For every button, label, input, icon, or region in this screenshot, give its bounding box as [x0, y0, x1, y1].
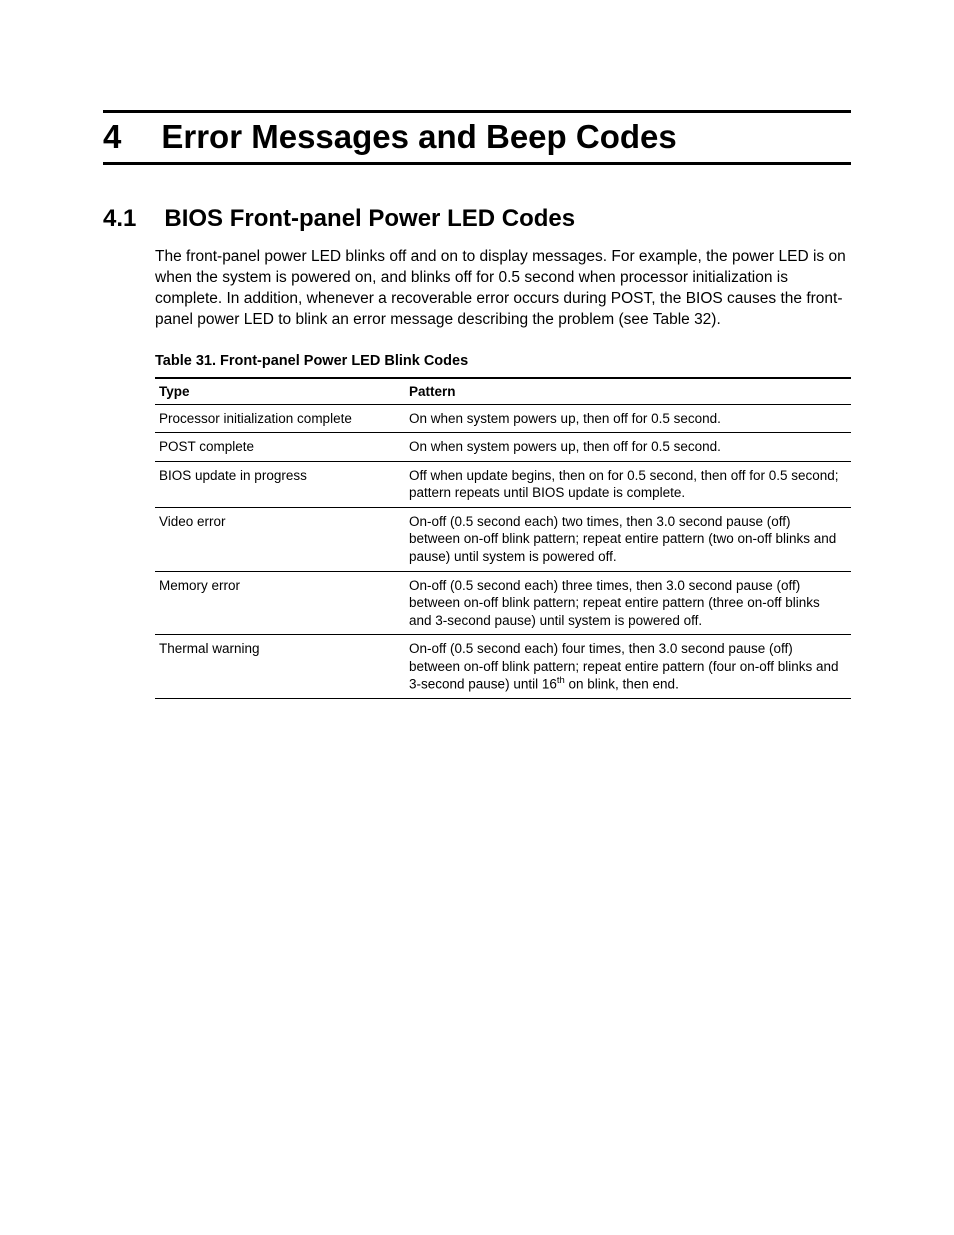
- table-row: POST completeOn when system powers up, t…: [155, 433, 851, 462]
- table-body: Processor initialization completeOn when…: [155, 404, 851, 699]
- chapter-heading: 4 Error Messages and Beep Codes: [103, 110, 851, 165]
- table-cell-type: BIOS update in progress: [155, 461, 405, 507]
- ordinal-superscript: th: [557, 675, 565, 686]
- table-cell-type: POST complete: [155, 433, 405, 462]
- document-page: 4 Error Messages and Beep Codes 4.1 BIOS…: [0, 0, 954, 699]
- table-header-pattern: Pattern: [405, 378, 851, 405]
- table-cell-pattern: On-off (0.5 second each) four times, the…: [405, 635, 851, 699]
- section-heading: 4.1 BIOS Front-panel Power LED Codes: [103, 205, 851, 233]
- section-number: 4.1: [103, 205, 136, 233]
- table-header-row: Type Pattern: [155, 378, 851, 405]
- table-header-type: Type: [155, 378, 405, 405]
- table-row: Memory errorOn-off (0.5 second each) thr…: [155, 571, 851, 635]
- table-cell-pattern: On when system powers up, then off for 0…: [405, 404, 851, 433]
- section-paragraph: The front-panel power LED blinks off and…: [155, 247, 851, 331]
- table-cell-pattern: On when system powers up, then off for 0…: [405, 433, 851, 462]
- section-title: BIOS Front-panel Power LED Codes: [164, 205, 575, 233]
- table-cell-pattern: Off when update begins, then on for 0.5 …: [405, 461, 851, 507]
- table-row: Video errorOn-off (0.5 second each) two …: [155, 507, 851, 571]
- chapter-title: Error Messages and Beep Codes: [161, 118, 676, 156]
- table-cell-type: Memory error: [155, 571, 405, 635]
- table-cell-pattern: On-off (0.5 second each) two times, then…: [405, 507, 851, 571]
- blink-codes-table: Type Pattern Processor initialization co…: [155, 377, 851, 700]
- table-caption: Table 31. Front-panel Power LED Blink Co…: [155, 353, 851, 369]
- table-row: Processor initialization completeOn when…: [155, 404, 851, 433]
- table-cell-type: Video error: [155, 507, 405, 571]
- table-cell-pattern: On-off (0.5 second each) three times, th…: [405, 571, 851, 635]
- table-row: BIOS update in progressOff when update b…: [155, 461, 851, 507]
- chapter-number: 4: [103, 118, 121, 156]
- table-cell-type: Processor initialization complete: [155, 404, 405, 433]
- table-row: Thermal warningOn-off (0.5 second each) …: [155, 635, 851, 699]
- table-cell-type: Thermal warning: [155, 635, 405, 699]
